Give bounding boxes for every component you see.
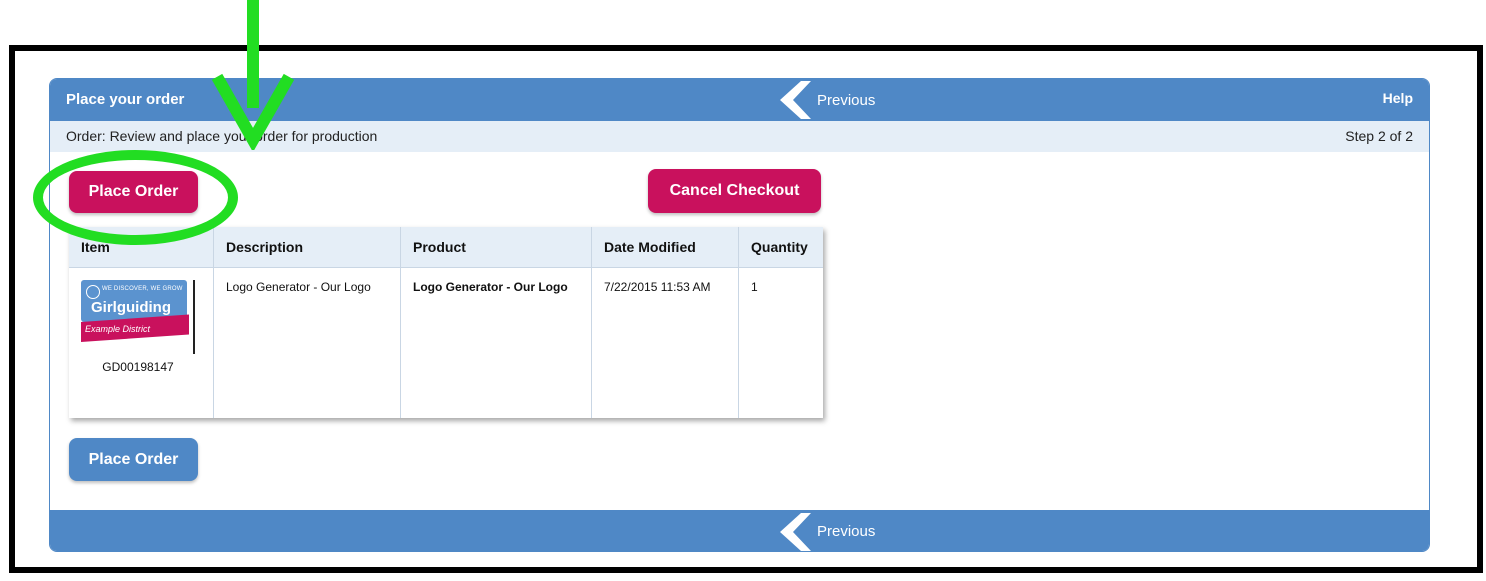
footer-previous-label: Previous — [817, 523, 876, 540]
footer-bar: Previous — [50, 510, 1429, 551]
product-cell: Logo Generator - Our Logo — [400, 267, 592, 418]
date-modified-cell: 7/22/2015 11:53 AM — [591, 267, 739, 418]
cancel-checkout-button[interactable]: Cancel Checkout — [648, 169, 821, 213]
item-code: GD00198147 — [102, 360, 174, 374]
column-header-product: Product — [400, 227, 592, 268]
previous-button[interactable]: Previous — [771, 79, 875, 121]
column-header-quantity: Quantity — [738, 227, 823, 268]
order-table: Item Description Product Date Modified Q… — [69, 227, 823, 418]
chevron-left-icon — [780, 81, 811, 119]
thumbnail-brand: Girlguiding — [91, 299, 171, 316]
thumbnail-district: Example District — [85, 324, 151, 334]
annotation-arrow-icon — [211, 0, 295, 150]
column-header-date-modified: Date Modified — [591, 227, 739, 268]
globe-icon — [86, 285, 100, 299]
page-title: Place your order — [66, 91, 185, 108]
footer-previous-button[interactable]: Previous — [771, 510, 876, 551]
item-cell: WE DISCOVER, WE GROW Girlguiding Example… — [69, 268, 214, 419]
place-order-bottom-button[interactable]: Place Order — [69, 438, 198, 481]
chevron-left-icon — [780, 512, 811, 551]
thumbnail-tagline: WE DISCOVER, WE GROW — [102, 286, 183, 292]
step-indicator: Step 2 of 2 — [1345, 128, 1413, 144]
previous-label: Previous — [817, 91, 876, 109]
help-link[interactable]: Help — [1383, 90, 1413, 106]
quantity-cell: 1 — [738, 267, 823, 418]
annotation-circle — [33, 150, 238, 245]
column-header-description: Description — [213, 227, 401, 268]
description-cell: Logo Generator - Our Logo — [213, 267, 401, 418]
table-row[interactable]: WE DISCOVER, WE GROW Girlguiding Example… — [69, 267, 823, 419]
item-thumbnail[interactable]: WE DISCOVER, WE GROW Girlguiding Example… — [81, 280, 195, 354]
